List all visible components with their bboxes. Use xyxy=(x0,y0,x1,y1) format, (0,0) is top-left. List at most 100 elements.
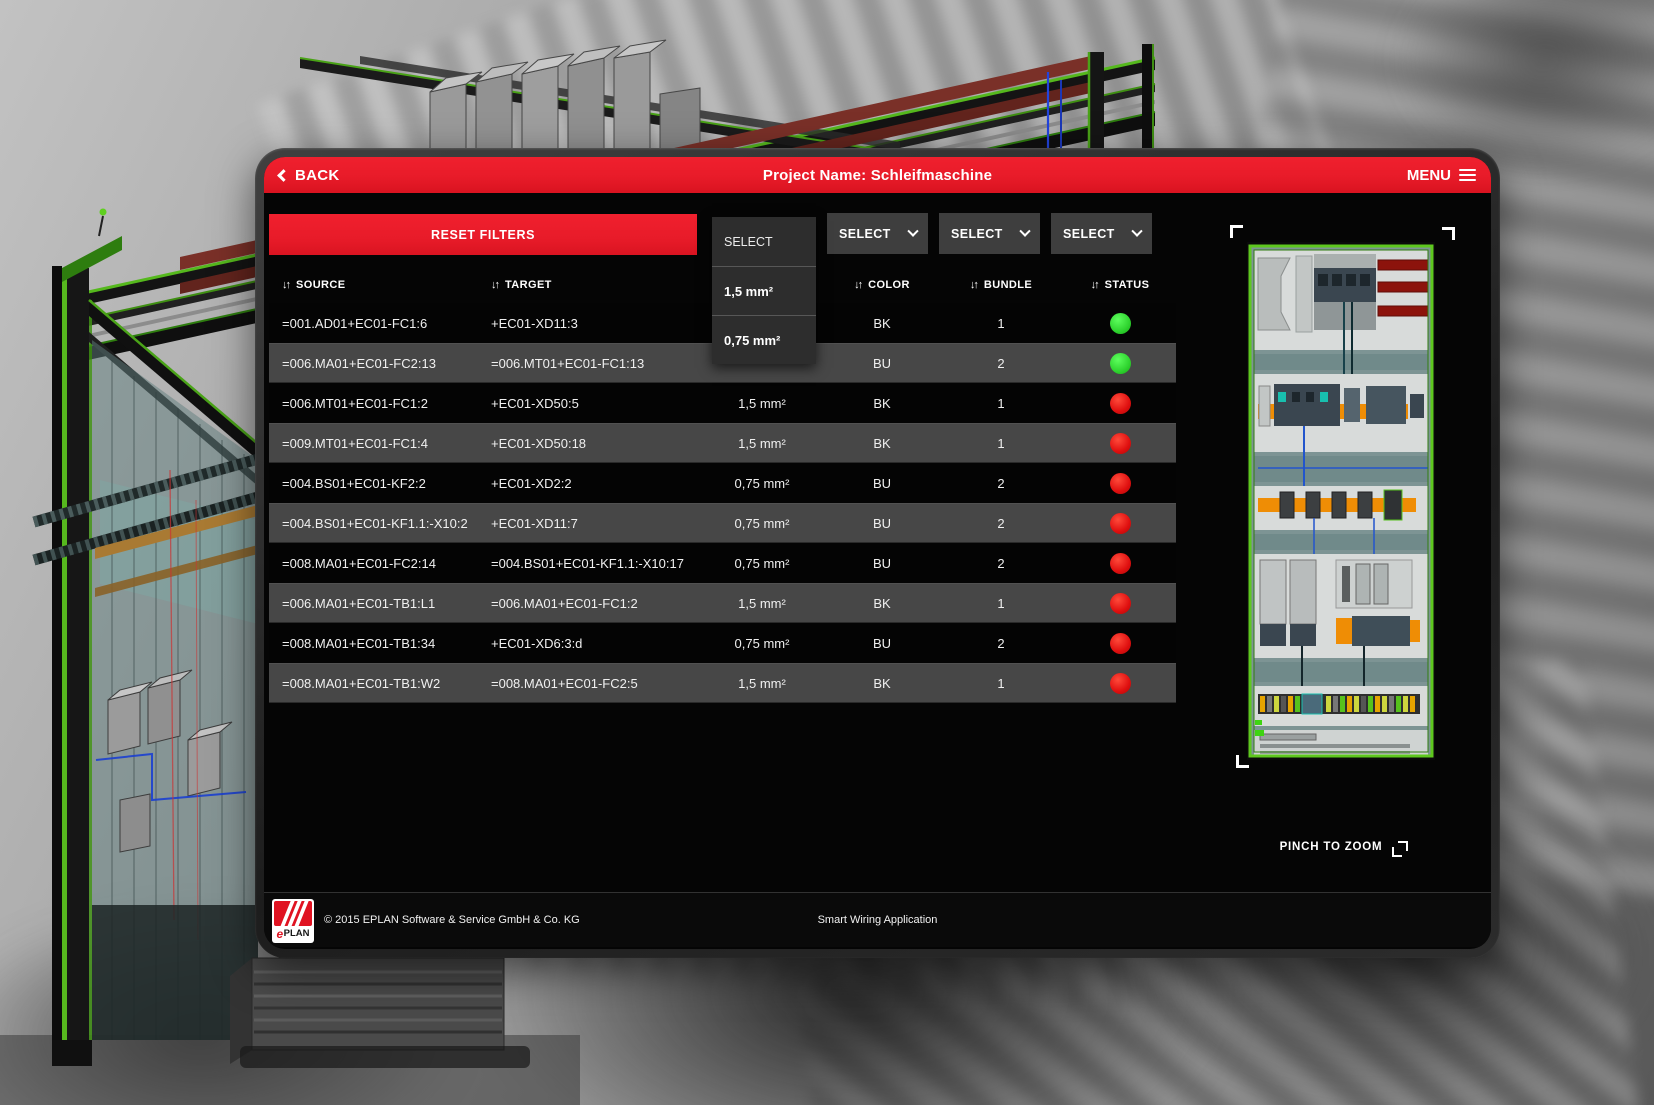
status-dot xyxy=(1110,673,1131,694)
cell-target: +EC01-XD6:3:d xyxy=(478,636,698,651)
table-row[interactable]: =008.MA01+EC01-FC2:14 =004.BS01+EC01-KF1… xyxy=(269,543,1176,583)
cell-status xyxy=(1064,553,1176,574)
status-dot xyxy=(1110,513,1131,534)
cell-bundle: 1 xyxy=(938,396,1064,411)
cell-cross-section: 1,5 mm² xyxy=(698,436,826,451)
cross-section-option[interactable]: 1,5 mm² xyxy=(712,266,816,315)
cell-color: BK xyxy=(826,436,938,451)
cell-status xyxy=(1064,313,1176,334)
sort-icon: ↓↑ xyxy=(282,279,289,291)
sort-icon: ↓↑ xyxy=(491,279,498,291)
cell-cross-section: 1,5 mm² xyxy=(698,596,826,611)
cell-color: BK xyxy=(826,676,938,691)
copyright-text: © 2015 EPLAN Software & Service GmbH & C… xyxy=(324,914,580,926)
cell-cross-section: 0,75 mm² xyxy=(698,636,826,651)
table-row[interactable]: =004.BS01+EC01-KF1.1:-X10:2 +EC01-XD11:7… xyxy=(269,503,1176,543)
cell-status xyxy=(1064,353,1176,374)
eplan-logo: ePLAN xyxy=(272,899,314,943)
table-row[interactable]: =009.MT01+EC01-FC1:4 +EC01-XD50:18 1,5 m… xyxy=(269,423,1176,463)
cell-status xyxy=(1064,673,1176,694)
cell-target: +EC01-XD11:7 xyxy=(478,516,698,531)
status-dot xyxy=(1110,473,1131,494)
header-bundle[interactable]: ↓↑ BUNDLE xyxy=(938,279,1064,291)
cell-bundle: 1 xyxy=(938,316,1064,331)
status-dot xyxy=(1110,553,1131,574)
sort-icon: ↓↑ xyxy=(1091,279,1098,291)
app-footer: ePLAN © 2015 EPLAN Software & Service Gm… xyxy=(264,892,1491,947)
cell-target: =008.MA01+EC01-FC2:5 xyxy=(478,676,698,691)
cell-color: BU xyxy=(826,476,938,491)
table-row[interactable]: =008.MA01+EC01-TB1:34 +EC01-XD6:3:d 0,75… xyxy=(269,623,1176,663)
filter-select-4[interactable]: SELECT xyxy=(1051,213,1152,254)
cell-cross-section: 0,75 mm² xyxy=(698,476,826,491)
status-dot xyxy=(1110,593,1131,614)
back-chevron-icon xyxy=(277,169,290,182)
cell-source: =006.MA01+EC01-FC2:13 xyxy=(269,356,478,371)
cell-status xyxy=(1064,633,1176,654)
cross-section-option[interactable]: 0,75 mm² xyxy=(712,315,816,364)
header-source[interactable]: ↓↑ SOURCE xyxy=(269,279,478,291)
cell-status xyxy=(1064,393,1176,414)
back-label: BACK xyxy=(295,167,340,184)
cell-color: BK xyxy=(826,316,938,331)
cell-cross-section: 0,75 mm² xyxy=(698,516,826,531)
cell-source: =008.MA01+EC01-FC2:14 xyxy=(269,556,478,571)
cell-target: +EC01-XD11:3 xyxy=(478,316,698,331)
cell-bundle: 2 xyxy=(938,516,1064,531)
expand-zoom-icon xyxy=(1392,841,1408,857)
eplan-logo-stripes-icon xyxy=(274,901,312,926)
cell-cross-section: 1,5 mm² xyxy=(698,676,826,691)
cell-color: BU xyxy=(826,516,938,531)
header-target[interactable]: ↓↑ TARGET xyxy=(478,279,698,291)
table-row[interactable]: =008.MA01+EC01-TB1:W2 =008.MA01+EC01-FC2… xyxy=(269,663,1176,703)
page-title: Project Name: Schleifmaschine xyxy=(763,167,992,184)
cell-color: BU xyxy=(826,636,938,651)
cell-source: =006.MT01+EC01-FC1:2 xyxy=(269,396,478,411)
cell-status xyxy=(1064,513,1176,534)
cell-source: =008.MA01+EC01-TB1:W2 xyxy=(269,676,478,691)
status-dot xyxy=(1110,633,1131,654)
app-content: BACK Project Name: Schleifmaschine MENU … xyxy=(264,157,1491,949)
header-status[interactable]: ↓↑ STATUS xyxy=(1064,279,1176,291)
resize-handle-top-left xyxy=(1230,225,1243,238)
app-header: BACK Project Name: Schleifmaschine MENU xyxy=(264,157,1491,193)
cell-bundle: 2 xyxy=(938,356,1064,371)
cell-cross-section: 1,5 mm² xyxy=(698,396,826,411)
menu-label: MENU xyxy=(1407,167,1451,184)
back-button[interactable]: BACK xyxy=(279,167,340,184)
cell-color: BK xyxy=(826,396,938,411)
pinch-to-zoom-label: PINCH TO ZOOM xyxy=(1280,841,1383,853)
cell-source: =009.MT01+EC01-FC1:4 xyxy=(269,436,478,451)
screen: BACK Project Name: Schleifmaschine MENU … xyxy=(0,0,1654,1105)
cabinet-layout-preview[interactable] xyxy=(1244,236,1439,767)
chevron-down-icon xyxy=(1131,225,1142,236)
cross-section-filter-dropdown[interactable]: SELECT 1,5 mm²0,75 mm² xyxy=(712,217,816,364)
table-row[interactable]: =004.BS01+EC01-KF2:2 +EC01-XD2:2 0,75 mm… xyxy=(269,463,1176,503)
cell-color: BU xyxy=(826,356,938,371)
table-row[interactable]: =006.MA01+EC01-TB1:L1 =006.MA01+EC01-FC1… xyxy=(269,583,1176,623)
filter-select-3[interactable]: SELECT xyxy=(939,213,1040,254)
menu-button[interactable]: MENU xyxy=(1407,166,1476,184)
cell-source: =006.MA01+EC01-TB1:L1 xyxy=(269,596,478,611)
filter-select-2[interactable]: SELECT xyxy=(827,213,928,254)
cell-target: =004.BS01+EC01-KF1.1:-X10:17 xyxy=(478,556,698,571)
cell-color: BU xyxy=(826,556,938,571)
chevron-down-icon xyxy=(907,225,918,236)
cell-source: =004.BS01+EC01-KF1.1:-X10:2 xyxy=(269,516,478,531)
reset-filters-button[interactable]: RESET FILTERS xyxy=(269,214,697,255)
cell-bundle: 2 xyxy=(938,476,1064,491)
cell-target: =006.MA01+EC01-FC1:2 xyxy=(478,596,698,611)
cell-target: +EC01-XD50:18 xyxy=(478,436,698,451)
cell-color: BK xyxy=(826,596,938,611)
resize-handle-bottom-left xyxy=(1236,755,1249,768)
cross-section-filter-placeholder[interactable]: SELECT xyxy=(712,217,816,266)
table-row[interactable]: =006.MT01+EC01-FC1:2 +EC01-XD50:5 1,5 mm… xyxy=(269,383,1176,423)
cell-bundle: 2 xyxy=(938,556,1064,571)
chevron-down-icon xyxy=(1019,225,1030,236)
cell-cross-section: 0,75 mm² xyxy=(698,556,826,571)
sort-icon: ↓↑ xyxy=(970,279,977,291)
cell-source: =008.MA01+EC01-TB1:34 xyxy=(269,636,478,651)
status-dot xyxy=(1110,313,1131,334)
header-color[interactable]: ↓↑ COLOR xyxy=(826,279,938,291)
cell-target: =006.MT01+EC01-FC1:13 xyxy=(478,356,698,371)
